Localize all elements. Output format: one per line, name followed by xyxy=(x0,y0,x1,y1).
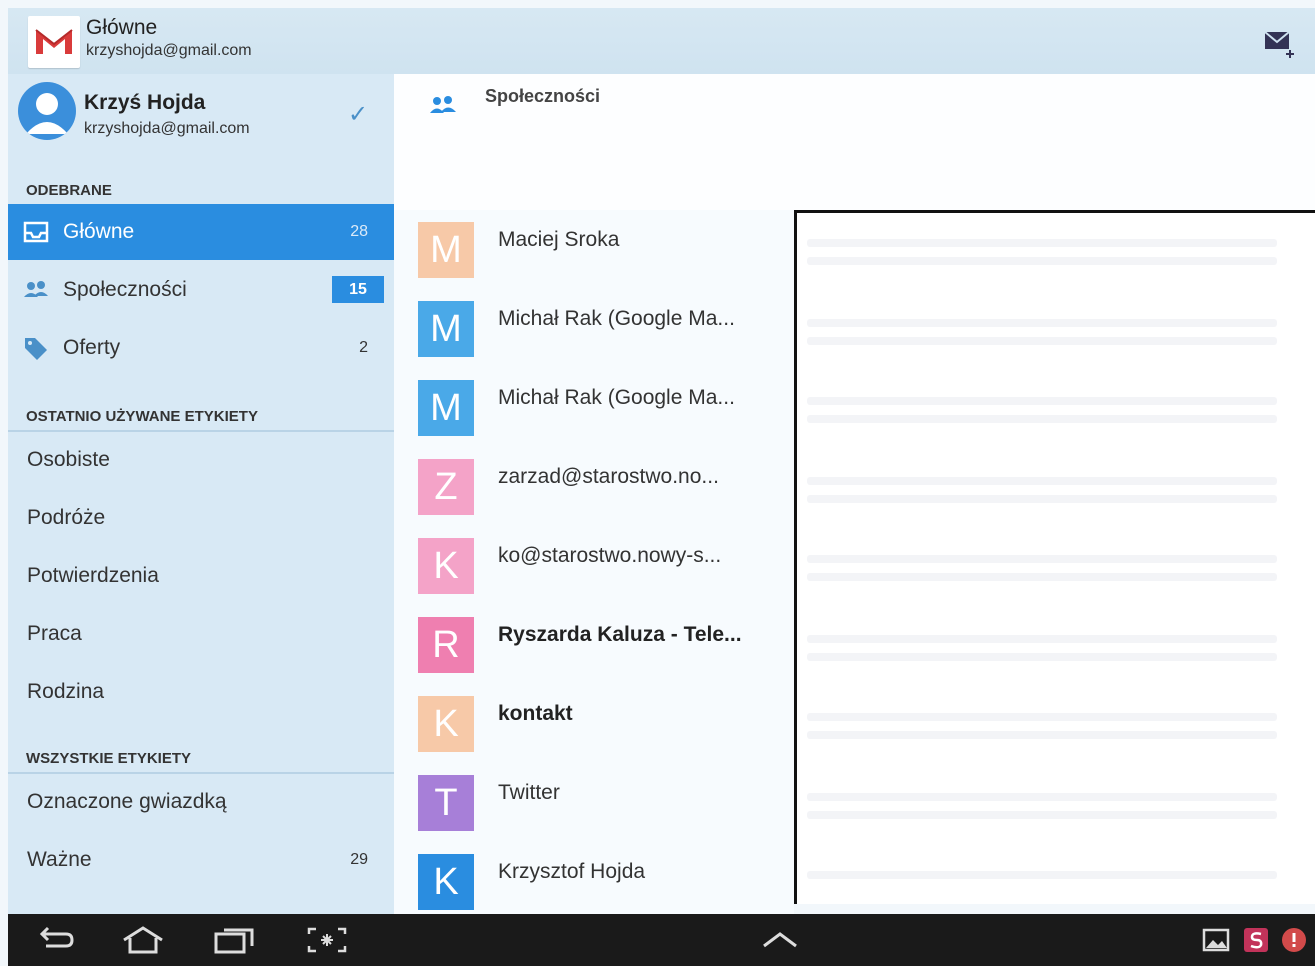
redacted-preview-pane xyxy=(794,210,1315,904)
app-notification-icon[interactable] xyxy=(1242,926,1270,959)
redacted-snippet xyxy=(807,793,1277,801)
list-item[interactable]: K Krzysztof Hojda xyxy=(394,842,794,921)
redacted-snippet xyxy=(807,555,1277,563)
redacted-snippet xyxy=(807,477,1277,485)
sender-avatar: M xyxy=(418,222,474,278)
redacted-snippet xyxy=(807,257,1277,265)
sender-name: kontakt xyxy=(498,702,573,725)
section-received: ODEBRANE xyxy=(26,182,112,199)
sender-avatar: M xyxy=(418,301,474,357)
redacted-snippet xyxy=(807,319,1277,327)
sender-avatar: K xyxy=(418,696,474,752)
sender-avatar: K xyxy=(418,538,474,594)
label-name: Rodzina xyxy=(27,680,105,703)
sender-avatar: M xyxy=(418,380,474,436)
label-item-important[interactable]: Ważne 29 xyxy=(8,832,394,888)
chevron-up-icon[interactable] xyxy=(760,930,800,955)
drawer-item-social[interactable]: Społeczności 15 xyxy=(8,262,394,318)
mailbox-title: Główne xyxy=(86,16,158,39)
sender-avatar: T xyxy=(418,775,474,831)
inbox-icon xyxy=(22,219,50,245)
label-name: Potwierdzenia xyxy=(27,564,159,587)
label-item-receipts[interactable]: Potwierdzenia xyxy=(8,548,394,604)
sender-name: Michał Rak (Google Ma... xyxy=(498,307,735,330)
system-navigation-bar xyxy=(8,914,1315,966)
redacted-snippet xyxy=(807,495,1277,503)
list-item[interactable]: M Michał Rak (Google Ma... xyxy=(394,368,794,447)
avatar[interactable] xyxy=(18,82,76,140)
sender-avatar: K xyxy=(418,854,474,910)
label-item-starred[interactable]: Oznaczone gwiazdką xyxy=(8,774,394,830)
message-list: M Maciej Sroka M Michał Rak (Google Ma..… xyxy=(394,210,794,914)
drawer-item-label: Społeczności xyxy=(63,278,187,301)
list-item[interactable]: K ko@starostwo.nowy-s... xyxy=(394,526,794,605)
redacted-snippet xyxy=(807,415,1277,423)
list-item[interactable]: T Twitter xyxy=(394,763,794,842)
sender-name: Twitter xyxy=(498,781,560,804)
list-item[interactable]: M Maciej Sroka xyxy=(394,210,794,289)
label-item-personal[interactable]: Osobiste xyxy=(8,432,394,488)
sender-name: zarzad@starostwo.no... xyxy=(498,465,719,488)
drawer-item-label: Główne xyxy=(63,220,135,243)
screenshot-icon[interactable] xyxy=(306,926,348,959)
list-item[interactable]: R Ryszarda Kaluza - Tele... xyxy=(394,605,794,684)
account-email-drawer: krzyshojda@gmail.com xyxy=(84,120,250,137)
unread-count-badge: 15 xyxy=(332,276,384,303)
gmail-logo-icon[interactable] xyxy=(28,16,80,68)
redacted-snippet xyxy=(807,635,1277,643)
home-icon[interactable] xyxy=(120,926,166,959)
label-name: Osobiste xyxy=(27,448,110,471)
unread-count: 29 xyxy=(350,851,368,868)
redacted-snippet xyxy=(807,397,1277,405)
label-name: Podróże xyxy=(27,506,106,529)
drawer-item-promotions[interactable]: Oferty 2 xyxy=(8,320,394,376)
recent-apps-icon[interactable] xyxy=(212,926,256,959)
category-title: Społeczności xyxy=(485,86,601,106)
tag-icon xyxy=(22,335,50,361)
people-icon xyxy=(22,277,50,303)
sender-name: Krzysztof Hojda xyxy=(498,860,646,883)
redacted-snippet xyxy=(807,653,1277,661)
back-icon[interactable] xyxy=(36,926,76,959)
label-name: Ważne xyxy=(27,848,92,871)
drawer-item-label: Oferty xyxy=(63,336,121,359)
sender-name: Michał Rak (Google Ma... xyxy=(498,386,735,409)
label-item-family[interactable]: Rodzina xyxy=(8,664,394,720)
unread-count: 2 xyxy=(359,339,368,356)
sender-name: ko@starostwo.nowy-s... xyxy=(498,544,722,567)
gallery-notification-icon[interactable] xyxy=(1202,926,1230,959)
sender-name: Maciej Sroka xyxy=(498,228,620,251)
redacted-snippet xyxy=(807,337,1277,345)
compose-icon[interactable] xyxy=(1263,26,1297,60)
people-icon xyxy=(428,94,458,121)
drawer-item-primary[interactable]: Główne 28 xyxy=(8,204,394,260)
redacted-snippet xyxy=(807,573,1277,581)
section-all-labels: WSZYSTKIE ETYKIETY xyxy=(26,750,192,767)
navigation-drawer: Krzyś Hojda krzyshojda@gmail.com ✓ ODEBR… xyxy=(8,74,394,914)
unread-count: 28 xyxy=(350,223,368,240)
label-item-travel[interactable]: Podróże xyxy=(8,490,394,546)
label-name: Oznaczone gwiazdką xyxy=(27,790,227,813)
action-bar: Główne krzyshojda@gmail.com xyxy=(8,8,1315,74)
label-item-work[interactable]: Praca xyxy=(8,606,394,662)
section-recent-labels: OSTATNIO UŻYWANE ETYKIETY xyxy=(26,408,258,425)
label-name: Praca xyxy=(27,622,82,645)
list-item[interactable]: M Michał Rak (Google Ma... xyxy=(394,289,794,368)
category-header[interactable]: Społeczności xyxy=(394,74,1315,210)
sender-avatar: Z xyxy=(418,459,474,515)
redacted-snippet xyxy=(807,239,1277,247)
sender-avatar: R xyxy=(418,617,474,673)
redacted-snippet xyxy=(807,811,1277,819)
alert-notification-icon[interactable] xyxy=(1280,926,1308,959)
check-icon: ✓ xyxy=(348,101,369,128)
account-name: Krzyś Hojda xyxy=(84,91,206,114)
list-item[interactable]: K kontakt xyxy=(394,684,794,763)
redacted-snippet xyxy=(807,731,1277,739)
list-item[interactable]: Z zarzad@starostwo.no... xyxy=(394,447,794,526)
redacted-snippet xyxy=(807,713,1277,721)
sender-name: Ryszarda Kaluza - Tele... xyxy=(498,623,742,646)
redacted-snippet xyxy=(807,871,1277,879)
account-email: krzyshojda@gmail.com xyxy=(86,42,252,59)
